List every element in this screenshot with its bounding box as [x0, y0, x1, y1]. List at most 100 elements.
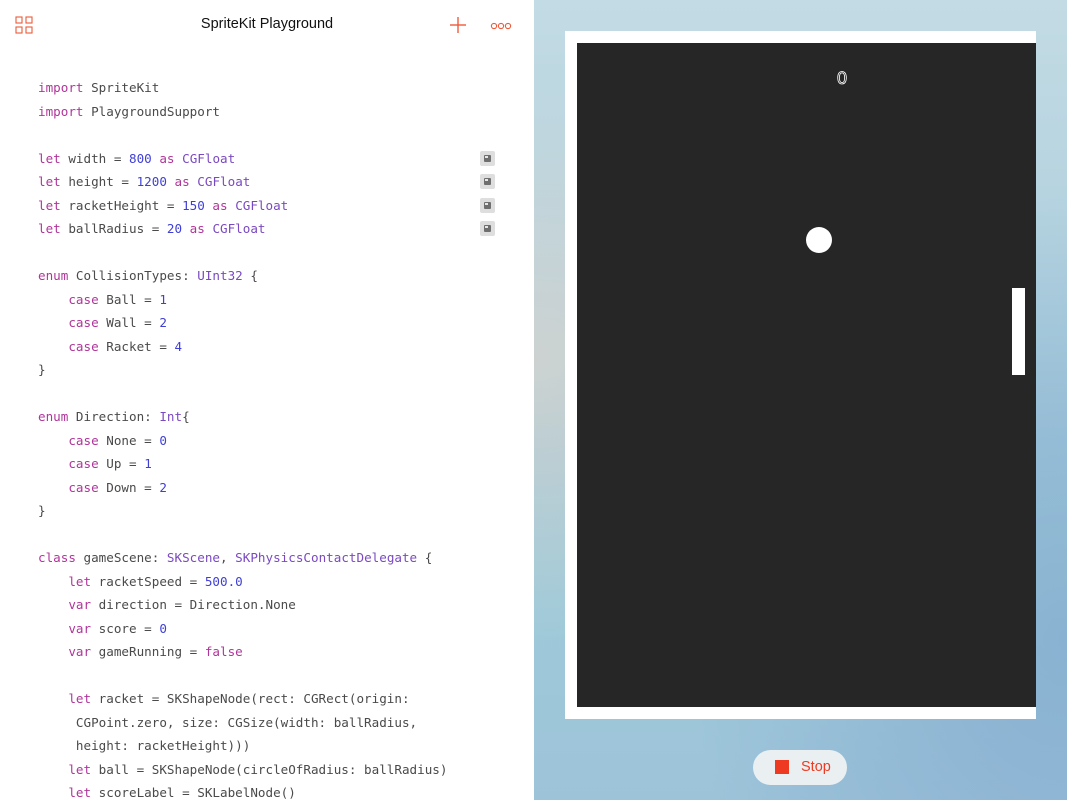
code-token: {	[417, 550, 433, 565]
code-token: case	[68, 479, 99, 495]
code-line[interactable]: let width = 800 as CGFloat	[38, 147, 518, 171]
cube-glyph	[484, 201, 491, 209]
code-token: 500.0	[204, 573, 243, 589]
code-token: {	[242, 268, 258, 283]
code-token: None =	[98, 432, 160, 448]
code-token: 0	[159, 620, 167, 636]
stop-button[interactable]: Stop	[753, 750, 847, 785]
code-token: Wall =	[98, 315, 160, 330]
more-icon[interactable]	[490, 19, 512, 31]
code-token: {	[182, 409, 190, 424]
code-line[interactable]: enum Direction: Int{	[38, 405, 518, 429]
racket[interactable]	[1012, 288, 1025, 375]
code-token: CollisionTypes:	[68, 268, 198, 283]
code-token: 4	[174, 338, 183, 354]
code-token: UInt32	[197, 268, 243, 283]
code-line[interactable]: let height = 1200 as CGFloat	[38, 170, 518, 194]
code-line[interactable]: case Down = 2	[38, 476, 518, 500]
code-token: racket = SKShapeNode(rect: CGRect(origin…	[91, 691, 410, 706]
code-line[interactable]	[38, 382, 518, 406]
code-token: import	[38, 103, 84, 119]
code-token: enum	[38, 409, 69, 424]
stop-icon	[775, 760, 789, 774]
code-token: 1	[159, 291, 167, 307]
code-token: case	[68, 315, 99, 330]
stop-button-label: Stop	[801, 759, 831, 775]
code-token: let	[68, 785, 92, 800]
code-line[interactable]: enum CollisionTypes: UInt32 {	[38, 264, 518, 288]
code-token: let	[68, 691, 92, 706]
code-token: height =	[60, 174, 137, 189]
code-token: as	[189, 221, 205, 236]
code-token: direction = Direction.None	[91, 597, 296, 612]
code-line[interactable]: import PlaygroundSupport	[38, 100, 518, 124]
result-viewer-icon[interactable]	[480, 150, 495, 166]
result-viewer-icon[interactable]	[480, 197, 495, 213]
code-token: 2	[159, 315, 167, 330]
game-scene[interactable]: 0	[577, 43, 1036, 707]
code-token: ,	[220, 550, 236, 565]
code-token: 150	[182, 197, 205, 213]
code-token: scoreLabel = SKLabelNode()	[91, 785, 296, 800]
code-line[interactable]: let racketHeight = 150 as CGFloat	[38, 194, 518, 218]
code-token: CGFloat	[212, 221, 266, 236]
code-token: Direction:	[68, 409, 160, 424]
code-line[interactable]: let racketSpeed = 500.0	[38, 570, 518, 594]
code-line[interactable]: var score = 0	[38, 617, 518, 641]
code-line[interactable]	[38, 241, 518, 265]
plus-icon[interactable]	[449, 16, 467, 34]
code-token: height: racketHeight)))	[38, 738, 251, 753]
code-line[interactable]: }	[38, 499, 518, 523]
code-token: Up =	[98, 456, 145, 471]
code-line[interactable]: }	[38, 358, 518, 382]
code-token: as	[159, 150, 175, 166]
code-token: 800	[129, 150, 152, 166]
code-line[interactable]: let ballRadius = 20 as CGFloat	[38, 217, 518, 241]
code-line[interactable]: var direction = Direction.None	[38, 593, 518, 617]
code-line[interactable]: var gameRunning = false	[38, 640, 518, 664]
cube-glyph	[484, 154, 491, 162]
code-line[interactable]: CGPoint.zero, size: CGSize(width: ballRa…	[38, 711, 518, 735]
navigation-bar: SpriteKit Playground	[0, 0, 534, 50]
code-line[interactable]	[38, 523, 518, 547]
result-viewer-icon[interactable]	[480, 221, 495, 236]
cube-glyph	[484, 178, 491, 185]
code-token: 1200	[136, 174, 167, 189]
code-line[interactable]: let scoreLabel = SKLabelNode()	[38, 781, 518, 800]
code-line[interactable]	[38, 123, 518, 147]
code-line[interactable]	[38, 664, 518, 688]
code-line[interactable]: case Up = 1	[38, 452, 518, 476]
code-token: as	[212, 197, 228, 213]
code-token: 1	[144, 456, 152, 471]
code-token: score =	[91, 620, 160, 636]
code-line[interactable]: case Ball = 1	[38, 288, 518, 312]
code-line[interactable]: case None = 0	[38, 429, 518, 453]
code-editor-pane: SpriteKit Playground import SpriteKit imp…	[0, 0, 534, 800]
code-token: case	[68, 432, 99, 448]
code-token: let	[38, 221, 61, 236]
code-token: let	[38, 197, 61, 213]
code-token: let	[68, 573, 92, 589]
code-text-area[interactable]: import SpriteKit import PlaygroundSupport…	[38, 76, 518, 800]
code-line[interactable]: case Wall = 2	[38, 311, 518, 335]
code-token: false	[204, 644, 243, 659]
code-token: SKScene	[166, 550, 220, 565]
code-token: case	[68, 338, 99, 354]
code-line[interactable]: import SpriteKit	[38, 76, 518, 100]
code-token: gameRunning =	[91, 644, 205, 659]
code-line[interactable]: let ball = SKShapeNode(circleOfRadius: b…	[38, 758, 518, 782]
code-line[interactable]: class gameScene: SKScene, SKPhysicsConta…	[38, 546, 518, 570]
code-line[interactable]: height: racketHeight)))	[38, 734, 518, 758]
result-viewer-icon[interactable]	[480, 174, 495, 189]
code-token: var	[68, 620, 92, 636]
code-line[interactable]: case Racket = 4	[38, 335, 518, 359]
code-line[interactable]: let racket = SKShapeNode(rect: CGRect(or…	[38, 687, 518, 711]
